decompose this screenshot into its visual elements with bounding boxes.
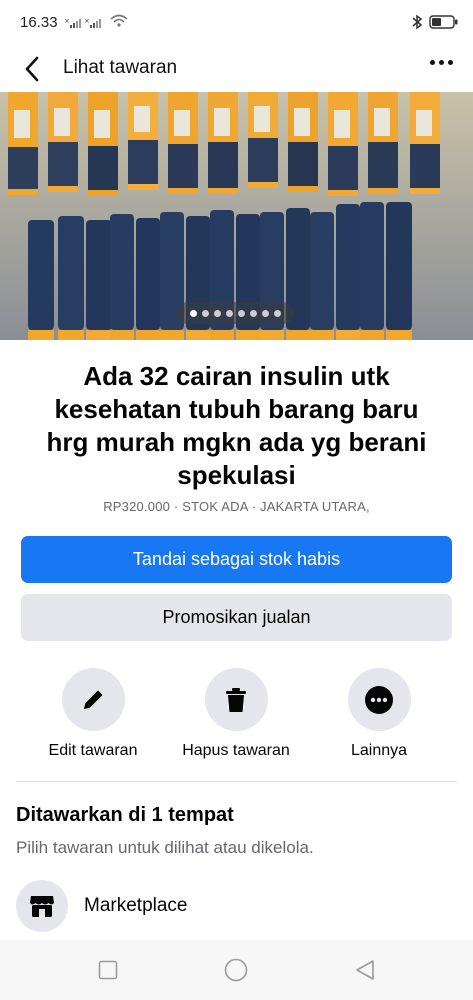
back-button[interactable] bbox=[18, 52, 46, 86]
pager-dot[interactable] bbox=[237, 309, 245, 317]
photo-pager[interactable] bbox=[176, 302, 294, 324]
shop-icon bbox=[30, 896, 54, 917]
pager-dot[interactable] bbox=[273, 309, 281, 317]
battery-icon bbox=[429, 15, 459, 34]
delete-listing-button[interactable]: Hapus tawaran bbox=[166, 668, 306, 760]
wifi-icon bbox=[110, 14, 128, 33]
pencil-icon bbox=[84, 690, 103, 709]
page-title: Lihat tawaran bbox=[63, 57, 178, 78]
trash-icon bbox=[226, 687, 246, 712]
svg-text:×: × bbox=[64, 17, 70, 25]
status-bar: 16.33 × × bbox=[0, 0, 473, 46]
more-actions-button[interactable]: Lainnya bbox=[309, 668, 449, 760]
pager-dot[interactable] bbox=[225, 309, 233, 317]
edit-circle[interactable] bbox=[61, 668, 125, 731]
more-circle[interactable] bbox=[347, 668, 411, 731]
product-photo[interactable] bbox=[0, 92, 473, 340]
marketplace-label: Marketplace bbox=[84, 895, 188, 916]
section-title: Ditawarkan di 1 tempat bbox=[16, 804, 234, 826]
pager-dot[interactable] bbox=[201, 309, 209, 317]
delete-circle[interactable] bbox=[204, 668, 268, 731]
recent-apps-button[interactable] bbox=[95, 957, 121, 983]
signal-icon: × × bbox=[64, 16, 110, 34]
circle-icon bbox=[224, 958, 248, 982]
bluetooth-icon bbox=[411, 14, 423, 35]
listing-actions: Edit tawaran Hapus tawaran Lainnya bbox=[0, 668, 473, 768]
back-nav-button[interactable] bbox=[352, 957, 378, 983]
marketplace-icon-wrap bbox=[16, 880, 68, 932]
more-actions-label: Lainnya bbox=[350, 742, 408, 759]
listing-title: Ada 32 cairan insulin utk kesehatan tubu… bbox=[46, 361, 427, 490]
section-divider bbox=[16, 781, 457, 782]
pager-dot[interactable] bbox=[213, 309, 221, 317]
more-circle-icon bbox=[365, 685, 393, 714]
home-button[interactable] bbox=[223, 957, 249, 983]
listing-meta: RP320.000 · STOK ADA · JAKARTA UTARA, bbox=[103, 499, 370, 514]
square-icon bbox=[98, 960, 118, 980]
marketplace-item[interactable]: Marketplace bbox=[16, 880, 188, 932]
edit-listing-button[interactable]: Edit tawaran bbox=[23, 668, 163, 760]
pager-dot[interactable] bbox=[189, 309, 197, 317]
chevron-left-icon bbox=[25, 56, 39, 82]
app-header: Lihat tawaran bbox=[0, 46, 473, 92]
promote-listing-button[interactable]: Promosikan jualan bbox=[21, 594, 452, 641]
more-options-icon[interactable] bbox=[430, 60, 453, 65]
edit-listing-label: Edit tawaran bbox=[48, 742, 138, 759]
mark-sold-out-button[interactable]: Tandai sebagai stok habis bbox=[21, 536, 452, 583]
delete-listing-label: Hapus tawaran bbox=[182, 742, 290, 759]
svg-text:×: × bbox=[84, 17, 90, 25]
triangle-back-icon bbox=[356, 960, 374, 980]
status-time: 16.33 bbox=[20, 14, 58, 31]
section-subtitle: Pilih tawaran untuk dilihat atau dikelol… bbox=[16, 838, 314, 857]
pager-dot[interactable] bbox=[249, 309, 257, 317]
system-nav-bar bbox=[0, 940, 473, 1000]
pager-dot[interactable] bbox=[261, 309, 269, 317]
